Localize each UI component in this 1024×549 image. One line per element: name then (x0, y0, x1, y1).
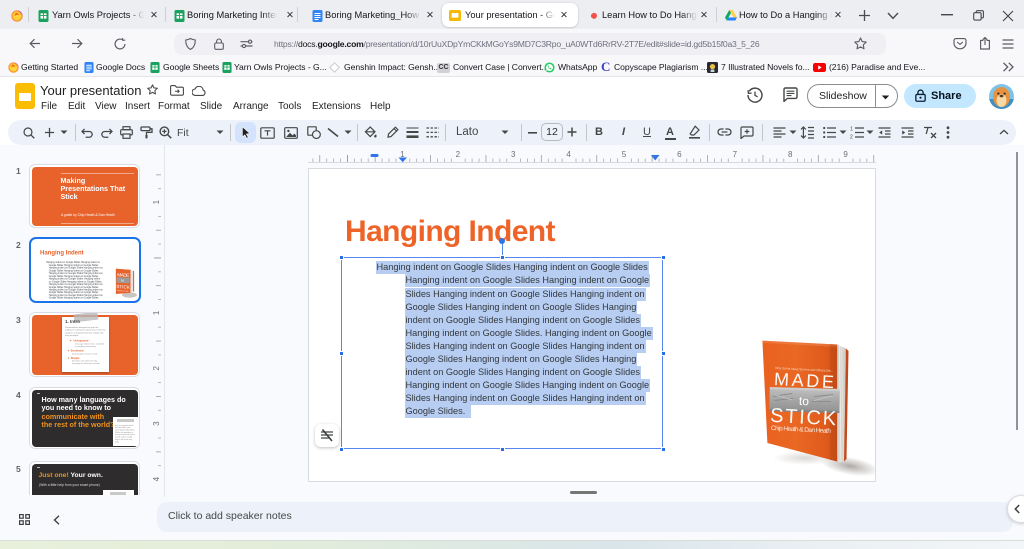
svg-text:6: 6 (677, 150, 682, 159)
svg-text:4: 4 (566, 150, 571, 159)
svg-text:3: 3 (152, 421, 161, 426)
svg-text:8: 8 (788, 150, 793, 159)
svg-text:1: 1 (152, 310, 161, 315)
svg-text:9: 9 (843, 150, 848, 159)
svg-text:4: 4 (152, 476, 161, 481)
svg-text:2: 2 (850, 135, 853, 140)
svg-text:to: to (121, 279, 124, 283)
svg-text:2: 2 (152, 366, 161, 371)
svg-text:3: 3 (511, 150, 516, 159)
svg-text:1: 1 (152, 199, 161, 204)
svg-text:MADE: MADE (117, 272, 129, 278)
svg-text:7: 7 (733, 150, 738, 159)
svg-text:1: 1 (850, 127, 853, 133)
svg-text:5: 5 (622, 150, 627, 159)
svg-text:2: 2 (456, 150, 461, 159)
svg-text:STICK: STICK (116, 284, 131, 290)
